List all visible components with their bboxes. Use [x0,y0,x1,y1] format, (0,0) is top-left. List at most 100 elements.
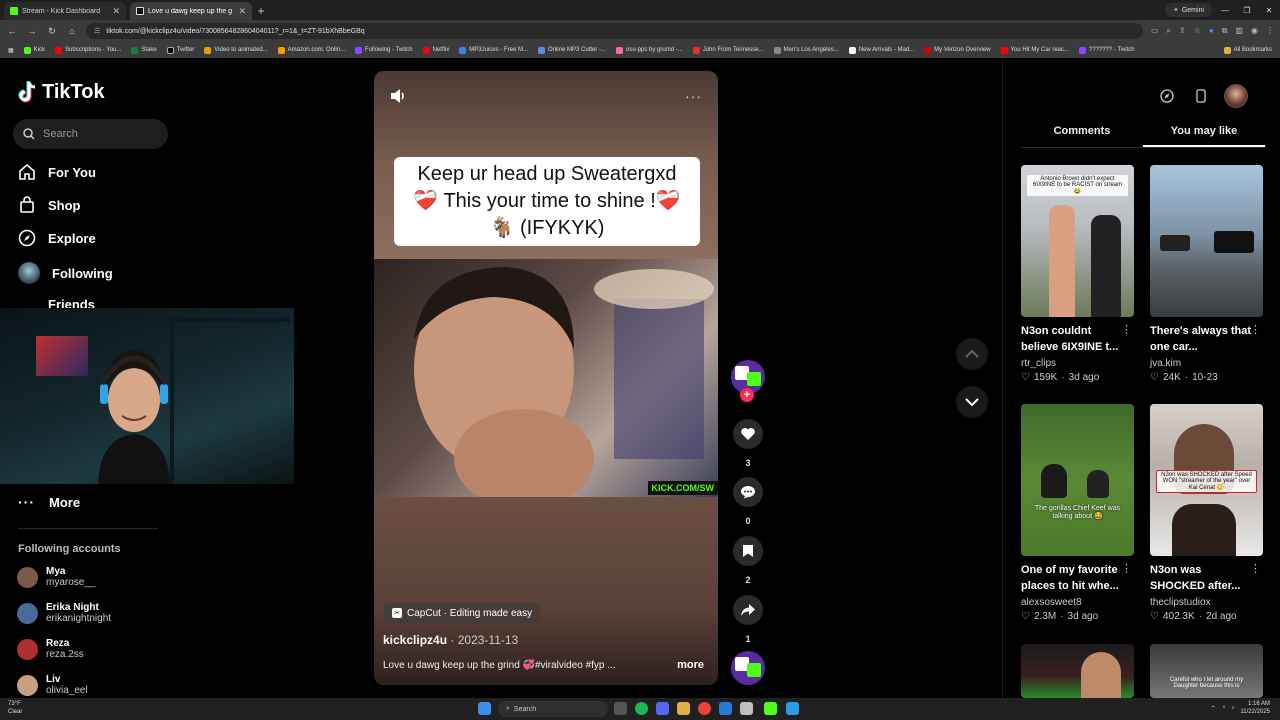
file-explorer-icon[interactable] [677,702,690,715]
capcut-link[interactable]: ✂ CapCut · Editing made easy [384,603,541,623]
app-icon[interactable] [786,702,799,715]
bookmark-star-icon[interactable]: ☆ [1194,26,1201,36]
profile-icon[interactable]: ◉ [1251,26,1258,36]
bookmark-item[interactable]: You Hit My Car reac... [1000,46,1069,54]
phone-icon[interactable] [1190,85,1212,107]
bookmark-item[interactable]: John From Tennesse... [692,46,764,54]
recommended-video-card[interactable]: The gorillas Chief Keef was talking abou… [1021,404,1134,622]
close-window-button[interactable]: ✕ [1258,0,1280,20]
recommended-video-card[interactable]: Antonio Brown didn't expect 6IX9INE to b… [1021,165,1134,383]
chrome-icon[interactable] [698,702,711,715]
gemini-button[interactable]: ✦ Gemini [1164,3,1212,17]
card-menu-icon[interactable]: ⋮ [1121,323,1132,336]
previous-video-button[interactable] [956,338,988,370]
card-title[interactable]: N3on couldnt believe 6IX9INE t... [1021,323,1125,355]
bookmark-item[interactable]: My Verizon Overview [924,46,991,54]
bookmark-item[interactable]: Online MP3 Cutter -... [537,46,606,54]
reload-icon[interactable]: ↻ [46,26,58,37]
card-menu-icon[interactable]: ⋮ [1121,562,1132,575]
taskbar-search[interactable]: ⌕ Search [498,701,608,717]
like-button[interactable] [733,419,763,449]
bookmark-item[interactable]: Subscriptions - You... [55,46,121,54]
close-tab-icon[interactable]: ✕ [238,6,246,17]
tiktok-logo[interactable]: TikTok [18,80,105,104]
description-more-button[interactable]: more [677,659,704,671]
minimize-button[interactable]: — [1214,0,1236,20]
windows-start-icon[interactable] [478,702,491,715]
bookmark-item[interactable]: Following - Twitch [355,46,413,54]
recommended-video-card[interactable]: Careful who I let around my Daughter bec… [1150,644,1263,698]
spotify-icon[interactable] [635,702,648,715]
app-icon[interactable] [740,702,753,715]
address-bar[interactable]: ☰ tiktok.com/@kickclipz4u/video/73008564… [86,23,1143,39]
video-thumbnail[interactable] [1021,644,1134,698]
bookmark-item[interactable]: Men's Los Angeles... [773,46,839,54]
back-icon[interactable]: ← [6,26,18,36]
home-icon[interactable]: ⌂ [66,26,78,36]
sound-disc-avatar[interactable] [731,651,765,685]
recommended-video-card[interactable] [1021,644,1134,698]
discord-icon[interactable] [656,702,669,715]
more-options-icon[interactable]: ··· [685,88,702,104]
profile-avatar[interactable] [1224,84,1248,108]
menu-icon[interactable]: ⋮ [1266,26,1274,36]
nav-for-you[interactable]: For You [18,163,96,181]
following-account[interactable]: Reza reza.2ss [17,638,84,660]
card-title[interactable]: One of my favorite places to hit whe... [1021,562,1125,594]
card-title[interactable]: There's always that one car... [1150,323,1254,355]
site-info-icon[interactable]: ☰ [94,27,100,35]
volume-icon[interactable]: ♪ [1231,705,1234,711]
weather-widget[interactable]: 73°F Clear [8,700,22,716]
save-button[interactable] [733,536,763,566]
card-author[interactable]: theclipstudiox [1150,597,1263,608]
zoom-icon[interactable]: ⌕ [1167,26,1171,36]
chevron-up-icon[interactable]: ⌃ [1211,705,1216,712]
new-tab-button[interactable]: + [252,2,270,20]
browser-tab-kick[interactable]: Stream - Kick Dashboard ✕ [4,2,126,20]
nav-shop[interactable]: Shop [18,196,81,214]
puzzle-icon[interactable]: ⧉ [1222,26,1228,36]
bookmark-item[interactable]: ??????? - Twitch [1079,46,1135,54]
tab-you-may-like[interactable]: You may like [1143,122,1265,147]
tab-comments[interactable]: Comments [1021,122,1143,147]
wifi-icon[interactable]: ◔ [1222,705,1226,711]
bookmark-item[interactable]: Amazon.com: Onlin... [277,46,345,54]
close-tab-icon[interactable]: ✕ [112,6,120,17]
nav-explore[interactable]: Explore [18,229,96,247]
video-player[interactable]: ··· Keep ur head up Sweatergxd ❤️‍🩹 This… [374,71,718,685]
video-thumbnail[interactable]: Careful who I let around my Daughter bec… [1150,644,1263,698]
cast-icon[interactable]: ▭ [1151,26,1159,36]
bookmark-item[interactable]: New Arrivals - Mad... [848,46,914,54]
following-account[interactable]: Mya myarose__ [17,566,95,588]
bookmark-item[interactable]: MP3Juices - Free M... [459,46,528,54]
bookmark-item[interactable]: Video to animated... [204,46,268,54]
bookmark-item[interactable]: Netflix [422,46,449,54]
task-view-icon[interactable] [614,702,627,715]
all-bookmarks[interactable]: All Bookmarks [1217,46,1272,54]
video-author[interactable]: kickclipz4u · 2023-11-13 [383,633,518,647]
card-title[interactable]: N3on was SHOCKED after... [1150,562,1254,594]
follow-plus-button[interactable]: + [740,388,754,402]
maximize-button[interactable]: ❐ [1236,0,1258,20]
compass-icon[interactable] [1156,85,1178,107]
card-menu-icon[interactable]: ⋮ [1250,323,1261,336]
bookmark-item[interactable]: osu-pps by grumd -... [616,46,683,54]
more-menu[interactable]: ··· More [18,494,80,510]
following-account[interactable]: Erika Night erikanightnight [17,602,111,624]
share-icon[interactable]: ⇪ [1179,26,1186,36]
comment-button[interactable] [733,477,763,507]
kick-app-icon[interactable] [764,702,777,715]
recommended-video-card[interactable]: ⋮ There's always that one car... jva.kim… [1150,165,1263,383]
volume-icon[interactable] [389,88,407,109]
bookmark-item[interactable]: Twitter [166,46,194,54]
video-thumbnail[interactable]: The gorillas Chief Keef was talking abou… [1021,404,1134,556]
card-author[interactable]: jva.kim [1150,358,1263,369]
forward-icon[interactable]: → [26,26,38,36]
nav-following[interactable]: Following [18,262,113,284]
clock[interactable]: 1:16 AM 11/22/2025 [1240,700,1270,716]
browser-tab-tiktok[interactable]: Love u dawg keep up the g ✕ [130,2,252,20]
bookmark-item[interactable]: Kick [23,46,45,54]
bookmark-item[interactable]: Stake [131,46,157,54]
search-input[interactable]: Search [13,119,168,149]
video-thumbnail[interactable]: Antonio Brown didn't expect 6IX9INE to b… [1021,165,1134,317]
